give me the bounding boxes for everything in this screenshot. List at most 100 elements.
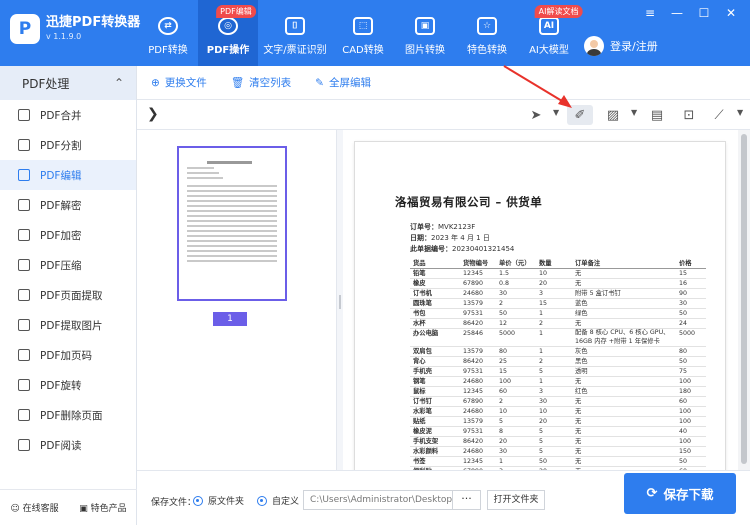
sidebar-header[interactable]: PDF处理 ⌃: [0, 66, 136, 100]
sidebar-item-split[interactable]: PDF分割: [0, 130, 136, 160]
receipt-number: 此单据编号：20230401321454: [410, 245, 515, 253]
login-label: 登录/注册: [610, 40, 658, 53]
clear-list-button[interactable]: 🗑 清空列表: [231, 75, 291, 90]
table-cell: 97531: [460, 366, 496, 378]
radio-source-folder[interactable]: 原文件夹: [193, 494, 244, 507]
maximize-icon[interactable]: ☐: [697, 6, 711, 20]
sidebar-item-edit[interactable]: PDF编辑: [0, 160, 136, 190]
table-row: 贴纸 13579 5 20 无 100: [410, 416, 706, 428]
table-cell: 订书机: [410, 288, 460, 299]
image-tool-icon[interactable]: ▨: [603, 105, 623, 125]
table-cell: 30: [676, 298, 706, 309]
sidebar-item-merge[interactable]: PDF合并: [0, 100, 136, 130]
edit-text-tool-icon[interactable]: ✐: [567, 105, 593, 125]
table-row: 双肩包 13579 80 1 灰色 80: [410, 346, 706, 358]
ai-model-icon: AI: [539, 17, 559, 35]
table-cell: 5: [536, 366, 572, 378]
chevron-right-icon[interactable]: ❯: [147, 106, 159, 122]
comment-tool-icon[interactable]: ▤: [647, 105, 667, 125]
table-cell: 1: [536, 376, 572, 388]
sidebar-item-compress[interactable]: PDF压缩: [0, 250, 136, 280]
featured-products-link[interactable]: ▣ 特色产品: [79, 501, 126, 514]
table-cell: 2: [496, 396, 536, 408]
table-cell: 5: [536, 426, 572, 438]
nav-ocr[interactable]: ⌷ 文字/票证识别: [258, 0, 332, 66]
chevron-down-icon[interactable]: ▼: [631, 108, 637, 117]
table-cell: 15: [496, 366, 536, 378]
login-button[interactable]: 登录/注册: [584, 36, 658, 56]
chevron-up-icon[interactable]: ⌃: [114, 76, 124, 90]
table-cell: 67890: [460, 278, 496, 289]
document-scrollbar[interactable]: [738, 130, 750, 470]
line-tool-icon[interactable]: ⟋: [709, 105, 729, 125]
featured-products-label: 特色产品: [90, 504, 127, 514]
table-cell: 透明: [572, 366, 676, 378]
browse-button[interactable]: ···: [453, 490, 481, 510]
replace-file-button[interactable]: ⊕ 更换文件: [151, 75, 207, 90]
pdf-page[interactable]: 洛福贸易有限公司 – 供货单 订单号：MVK2123F 日期：2023 年 4 …: [355, 142, 725, 470]
sidebar-item-page-number[interactable]: PDF加页码: [0, 340, 136, 370]
nav-cad-convert[interactable]: ⬚ CAD转换: [332, 0, 394, 66]
nav-pdf-convert[interactable]: ⇄ PDF转换: [138, 0, 198, 66]
chevron-down-icon[interactable]: ▼: [737, 108, 743, 117]
nav-special-convert[interactable]: ☆ 特色转换: [456, 0, 518, 66]
sidebar-item-image-extract[interactable]: PDF提取图片: [0, 310, 136, 340]
nav-ai-model[interactable]: AI解读文档 AI AI大模型: [518, 0, 583, 66]
sidebar-item-read[interactable]: PDF阅读: [0, 430, 136, 460]
open-folder-button[interactable]: 打开文件夹: [487, 490, 545, 510]
merge-icon: [18, 109, 30, 121]
nav-image-convert[interactable]: ▣ 图片转换: [394, 0, 456, 66]
sidebar-item-page-extract[interactable]: PDF页面提取: [0, 280, 136, 310]
online-service-link[interactable]: ☺ 在线客服: [10, 501, 58, 514]
order-number: 订单号：MVK2123F: [410, 223, 476, 231]
sidebar-item-shield[interactable]: PDF加密: [0, 220, 136, 250]
table-cell: 5: [536, 446, 572, 458]
cursor-tool-icon[interactable]: ➤: [527, 105, 545, 125]
chevron-down-icon[interactable]: ▼: [553, 108, 559, 117]
table-cell: 13579: [460, 346, 496, 358]
table-cell: 180: [676, 386, 706, 398]
sidebar-item-delete-page[interactable]: PDF删除页面: [0, 400, 136, 430]
main-nav: ⇄ PDF转换 PDF编辑 ◎ PDF操作 ⌷ 文字/票证识别 ⬚ CAD转换 …: [138, 0, 583, 66]
table-cell: 订书钉: [410, 396, 460, 408]
nav-pdf-operate[interactable]: PDF编辑 ◎ PDF操作: [198, 0, 258, 66]
thumbnail-panel: 1: [137, 130, 337, 470]
table-cell: 2: [536, 318, 572, 329]
save-path-input[interactable]: C:\Users\Administrator\Desktop: [303, 490, 453, 510]
table-cell: 双肩包: [410, 346, 460, 358]
action-bar: ⊕ 更换文件 🗑 清空列表 ✎ 全屏编辑: [137, 66, 750, 100]
fullscreen-edit-button[interactable]: ✎ 全屏编辑: [315, 75, 371, 90]
table-cell: 86420: [460, 356, 496, 368]
page-number-icon: [18, 349, 30, 361]
close-icon[interactable]: ✕: [724, 6, 738, 20]
menu-icon[interactable]: ≡: [643, 6, 657, 20]
table-cell: 蓝色: [572, 298, 676, 309]
page-thumbnail[interactable]: [177, 146, 287, 301]
table-cell: 24680: [460, 288, 496, 299]
sidebar-item-label: PDF提取图片: [40, 319, 103, 332]
sidebar-item-unlock[interactable]: PDF解密: [0, 190, 136, 220]
table-cell: 150: [676, 446, 706, 458]
textbox-tool-icon[interactable]: ⊡: [679, 105, 699, 125]
pdf-convert-icon: ⇄: [158, 17, 178, 35]
table-row: 手机壳 97531 15 5 透明 75: [410, 366, 706, 378]
table-cell: 1.5: [496, 268, 536, 279]
nav-label: 图片转换: [405, 45, 445, 56]
document-viewer[interactable]: 洛福贸易有限公司 – 供货单 订单号：MVK2123F 日期：2023 年 4 …: [343, 130, 738, 470]
table-cell: 2: [536, 356, 572, 368]
save-download-label: 保存下载: [663, 487, 714, 502]
save-download-button[interactable]: ⟳ 保存下载: [624, 473, 736, 514]
sidebar-item-label: PDF加页码: [40, 349, 92, 362]
page-number-badge[interactable]: 1: [213, 312, 247, 326]
table-cell: 13579: [460, 298, 496, 309]
table-cell: 配备 8 核心 CPU、6 核心 GPU、16GB 内存 +附带 1 年保修卡: [572, 328, 676, 348]
table-cell: 书签: [410, 456, 460, 468]
table-cell: 贴纸: [410, 416, 460, 428]
scrollbar-thumb[interactable]: [741, 134, 747, 464]
save-file-label: 保存文件：: [151, 498, 197, 508]
radio-custom-folder[interactable]: 自定义: [257, 494, 299, 507]
table-cell: 20: [536, 416, 572, 428]
table-cell: 水彩笔: [410, 406, 460, 418]
sidebar-item-rotate[interactable]: PDF旋转: [0, 370, 136, 400]
minimize-icon[interactable]: —: [670, 6, 684, 20]
